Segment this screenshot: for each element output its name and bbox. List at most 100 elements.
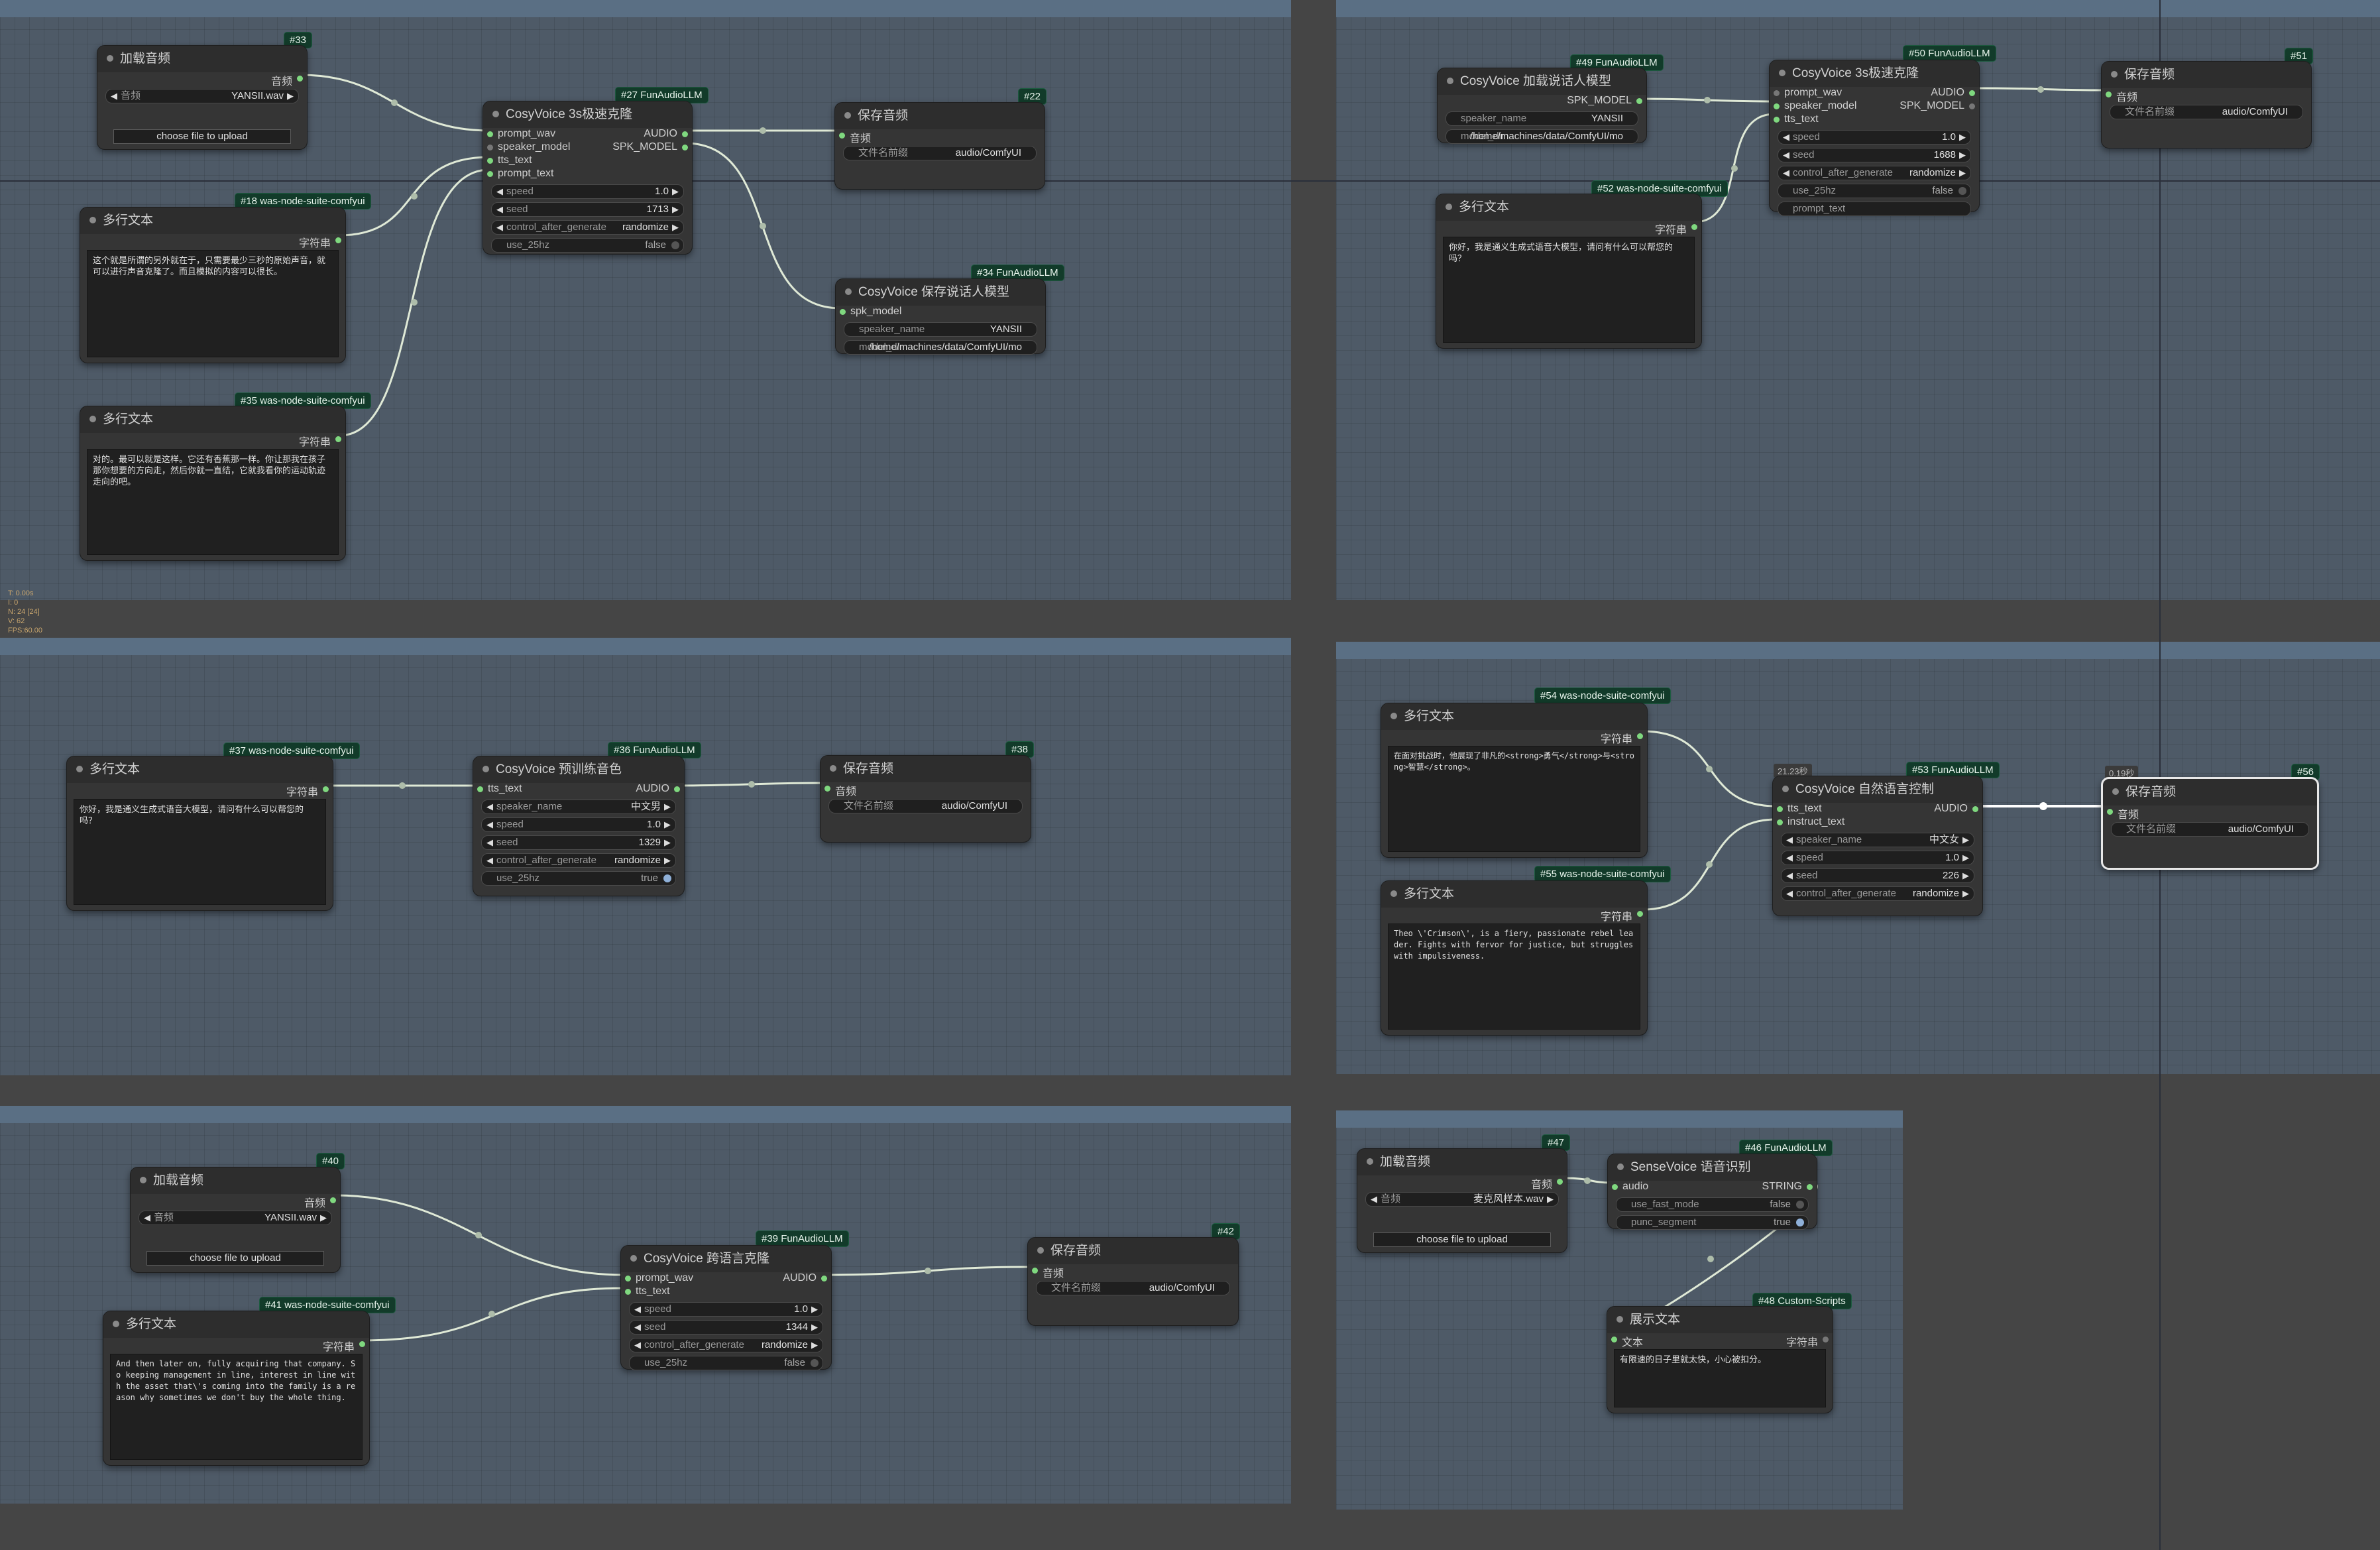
output-slot[interactable]: 音频	[1357, 1175, 1567, 1191]
slot-dot-icon[interactable]	[1557, 1179, 1563, 1185]
input-slot[interactable]: 音频	[1028, 1264, 1238, 1280]
input-slot[interactable]: tts_text AUDIO	[1773, 803, 1982, 816]
slot-dot-icon[interactable]	[335, 237, 341, 243]
node-load-audio[interactable]: 加载音频 音频 ◀ 音频 麦克风样本.wav ▶ choose file to upl…	[1357, 1148, 1567, 1253]
node-title[interactable]: 多行文本	[67, 756, 333, 783]
input-slot[interactable]: prompt_wav AUDIO	[621, 1272, 831, 1285]
text-area[interactable]: 你好，我是通义生成式语音大模型，请问有什么可以帮您的吗？	[1443, 237, 1695, 343]
group-title[interactable]	[0, 0, 1291, 17]
node-cosyvoice-pretrained-voice[interactable]: CosyVoice 预训练音色 tts_text AUDIO ◀ speaker_n…	[473, 756, 685, 896]
node-save-audio[interactable]: 保存音频 音频 文件名前缀 audio/ComfyUI	[834, 102, 1045, 190]
speed-stepper[interactable]: ◀ speed 1.0 ▶	[491, 184, 684, 199]
node-load-audio[interactable]: 加载音频 音频 ◀ 音频 YANSII.wav ▶ choose file to up…	[130, 1167, 341, 1273]
node-title[interactable]: CosyVoice 预训练音色	[473, 756, 684, 783]
arrow-left-icon[interactable]: ◀	[1783, 131, 1789, 144]
arrow-left-icon[interactable]: ◀	[486, 800, 493, 813]
input-slot[interactable]: spk_model	[836, 306, 1045, 319]
arrow-right-icon[interactable]: ▶	[320, 1211, 327, 1224]
slot-dot-icon[interactable]	[1972, 806, 1978, 812]
audio-file-select[interactable]: ◀ 音频 YANSII.wav ▶	[105, 89, 299, 103]
slot-dot-icon[interactable]	[625, 1289, 631, 1295]
arrow-left-icon[interactable]: ◀	[1786, 887, 1793, 900]
input-slot[interactable]: tts_text	[483, 154, 692, 168]
node-title[interactable]: CosyVoice 3s极速克隆	[483, 101, 692, 128]
arrow-right-icon[interactable]: ▶	[664, 818, 671, 831]
arrow-right-icon[interactable]: ▶	[672, 185, 679, 198]
node-title[interactable]: 多行文本	[1381, 881, 1647, 908]
arrow-left-icon[interactable]: ◀	[111, 89, 117, 103]
slot-dot-icon[interactable]	[1612, 1184, 1618, 1190]
slot-dot-icon[interactable]	[1774, 117, 1780, 123]
toggle-knob-icon[interactable]	[1958, 187, 1966, 195]
text-area[interactable]: 在面对挑战时，他展现了非凡的<strong>勇气</strong>与<stron…	[1388, 746, 1640, 852]
arrow-right-icon[interactable]: ▶	[811, 1339, 818, 1352]
audio-file-select[interactable]: ◀ 音频 麦克风样本.wav ▶	[1365, 1192, 1559, 1207]
arrow-left-icon[interactable]: ◀	[634, 1339, 641, 1352]
node-multiline-text[interactable]: 多行文本 字符串 在面对挑战时，他展现了非凡的<strong>勇气</stron…	[1381, 703, 1648, 858]
node-multiline-text[interactable]: 多行文本 字符串 Theo \'Crimson\', is a fiery, p…	[1381, 880, 1648, 1036]
seed-stepper[interactable]: ◀ seed 226 ▶	[1781, 868, 1974, 883]
node-cosyvoice-cross-lingual[interactable]: CosyVoice 跨语言克隆 prompt_wav AUDIO tts_text…	[620, 1245, 832, 1370]
node-save-audio[interactable]: 保存音频 音频 文件名前缀 audio/ComfyUI	[2101, 61, 2312, 149]
use-25hz-toggle[interactable]: use_25hz true	[481, 871, 676, 886]
input-slot[interactable]: prompt_wav AUDIO	[1770, 87, 1979, 100]
node-title[interactable]: 多行文本	[103, 1311, 369, 1338]
input-slot[interactable]: instruct_text	[1773, 816, 1982, 829]
input-slot[interactable]: 音频	[2103, 805, 2317, 821]
seed-stepper[interactable]: ◀ seed 1329 ▶	[481, 835, 676, 850]
arrow-left-icon[interactable]: ◀	[1371, 1193, 1377, 1206]
filename-prefix-field[interactable]: 文件名前缀 audio/ComfyUI	[2111, 822, 2309, 837]
node-title[interactable]: 多行文本	[80, 406, 345, 433]
node-title[interactable]: 保存音频	[2102, 62, 2311, 88]
slot-dot-icon[interactable]	[1777, 819, 1783, 825]
model-dir-field[interactable]: model_dir/home/machines/data/ComfyUI/mo	[844, 340, 1037, 355]
arrow-left-icon[interactable]: ◀	[1786, 851, 1793, 864]
slot-dot-icon[interactable]	[297, 76, 303, 82]
filename-prefix-field[interactable]: 文件名前缀 audio/ComfyUI	[828, 799, 1023, 813]
node-multiline-text[interactable]: 多行文本 字符串 And then later on, fully acquir…	[103, 1311, 370, 1466]
arrow-right-icon[interactable]: ▶	[672, 203, 679, 216]
arrow-left-icon[interactable]: ◀	[1783, 166, 1789, 180]
slot-dot-icon[interactable]	[1807, 1184, 1813, 1190]
node-sensevoice-asr[interactable]: SenseVoice 语音识别 audio STRING use_fast_mod…	[1607, 1154, 1817, 1230]
arrow-left-icon[interactable]: ◀	[486, 836, 493, 849]
node-title[interactable]: CosyVoice 3s极速克隆	[1770, 60, 1979, 87]
slot-dot-icon[interactable]	[330, 1197, 336, 1203]
filename-prefix-field[interactable]: 文件名前缀 audio/ComfyUI	[1036, 1281, 1230, 1295]
arrow-left-icon[interactable]: ◀	[1786, 869, 1793, 882]
slot-dot-icon[interactable]	[487, 171, 493, 177]
text-area[interactable]: 对的。最可以就是这样。它还有香蕉那一样。你让那我在孩子那你想要的方向走，然后你就…	[87, 449, 339, 555]
slot-dot-icon[interactable]	[1691, 224, 1697, 230]
input-slot[interactable]: 文本 字符串	[1607, 1333, 1833, 1348]
upload-button[interactable]: choose file to upload	[1373, 1232, 1551, 1247]
node-cosyvoice-3s-clone[interactable]: CosyVoice 3s极速克隆 prompt_wav AUDIO speaker…	[1769, 60, 1980, 216]
node-title[interactable]: 保存音频	[2103, 779, 2317, 805]
arrow-right-icon[interactable]: ▶	[1962, 869, 1969, 882]
speed-stepper[interactable]: ◀ speed 1.0 ▶	[1778, 130, 1971, 145]
group-title[interactable]	[1336, 0, 2380, 17]
output-slot[interactable]: 字符串	[1381, 730, 1647, 745]
seed-stepper[interactable]: ◀ seed 1713 ▶	[491, 202, 684, 217]
node-save-speaker-model[interactable]: CosyVoice 保存说话人模型 spk_model speaker_name…	[835, 278, 1046, 355]
node-title[interactable]: 多行文本	[80, 208, 345, 234]
node-title[interactable]: 保存音频	[821, 756, 1031, 782]
slot-dot-icon[interactable]	[682, 131, 688, 137]
control-after-generate-select[interactable]: ◀ control_after_generate randomize ▶	[1778, 166, 1971, 180]
output-slot[interactable]: 字符串	[80, 433, 345, 448]
slot-dot-icon[interactable]	[1636, 98, 1642, 104]
node-title[interactable]: CosyVoice 加载说话人模型	[1438, 68, 1646, 95]
slot-dot-icon[interactable]	[1823, 1337, 1829, 1342]
slot-dot-icon[interactable]	[477, 786, 483, 792]
slot-dot-icon[interactable]	[674, 786, 680, 792]
node-title[interactable]: 保存音频	[835, 103, 1045, 129]
output-slot[interactable]: 字符串	[103, 1338, 369, 1353]
fast-mode-toggle[interactable]: use_fast_mode false	[1616, 1197, 1809, 1212]
control-after-generate-select[interactable]: ◀ control_after_generate randomize ▶	[481, 853, 676, 868]
node-multiline-text[interactable]: 多行文本 字符串 对的。最可以就是这样。它还有香蕉那一样。你让那我在孩子那你想要…	[80, 406, 346, 561]
audio-file-select[interactable]: ◀ 音频 YANSII.wav ▶	[139, 1211, 332, 1225]
node-title[interactable]: CosyVoice 自然语言控制	[1773, 776, 1982, 803]
node-title[interactable]: 保存音频	[1028, 1238, 1238, 1264]
node-save-audio[interactable]: 保存音频 音频 文件名前缀 audio/ComfyUI	[2101, 777, 2319, 870]
input-slot[interactable]: prompt_wav AUDIO	[483, 128, 692, 141]
slot-dot-icon[interactable]	[840, 309, 846, 315]
